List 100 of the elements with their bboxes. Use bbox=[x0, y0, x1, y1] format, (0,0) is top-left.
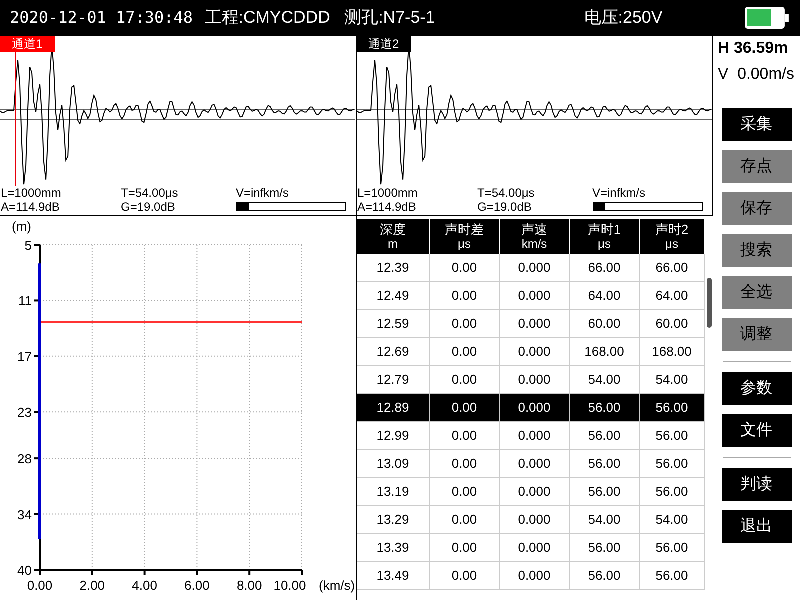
channel-tab[interactable]: 通道1 bbox=[0, 36, 55, 52]
speed-readout: V 0.00m/s bbox=[717, 65, 794, 85]
x-tick-label: 2.00 bbox=[80, 578, 106, 593]
x-tick-label: 8.00 bbox=[236, 578, 262, 593]
table-row[interactable]: 12.79 0.00 0.000 54.00 54.00 bbox=[357, 366, 705, 394]
menu-button[interactable]: 参数 bbox=[722, 372, 792, 405]
tick-mark bbox=[248, 570, 251, 575]
table-cell: 66.00 bbox=[570, 254, 640, 281]
amplitude-reading: A=114.9dB bbox=[1, 200, 61, 214]
menu-button[interactable]: 采集 bbox=[722, 108, 792, 141]
table-row[interactable]: 13.09 0.00 0.000 56.00 56.00 bbox=[357, 450, 705, 478]
table-cell: 12.59 bbox=[357, 310, 430, 337]
gain-reading: G=19.0dB bbox=[478, 200, 533, 214]
amplitude-reading: A=114.9dB bbox=[358, 200, 418, 214]
tick-mark bbox=[144, 570, 146, 575]
table-row[interactable]: 12.69 0.00 0.000 168.00 168.00 bbox=[357, 338, 705, 366]
tick-mark bbox=[301, 570, 303, 575]
table-cell: 0.000 bbox=[500, 422, 570, 449]
y-tick-label: 17 bbox=[18, 349, 32, 364]
column-unit: km/s bbox=[522, 236, 548, 252]
table-row[interactable]: 13.49 0.00 0.000 56.00 56.00 bbox=[357, 562, 705, 590]
table-cell: 0.00 bbox=[430, 422, 500, 449]
column-title: 深度 bbox=[380, 222, 406, 236]
table-cell: 56.00 bbox=[570, 478, 640, 505]
x-tick-label: 10.00 bbox=[274, 578, 306, 593]
table-cell: 12.79 bbox=[357, 366, 430, 393]
table-cell: 56.00 bbox=[570, 450, 640, 477]
table-cell: 0.000 bbox=[500, 450, 570, 477]
table-cell: 0.000 bbox=[500, 478, 570, 505]
table-cell: 12.89 bbox=[357, 394, 430, 421]
table-cell: 54.00 bbox=[570, 366, 640, 393]
column-unit: μs bbox=[598, 236, 611, 252]
velocity-reading: V=infkm/s bbox=[236, 186, 290, 200]
table-cell: 0.00 bbox=[430, 282, 500, 309]
tick-mark bbox=[34, 244, 40, 246]
time-reading: T=54.00μs bbox=[121, 186, 180, 200]
table-cell: 12.69 bbox=[357, 338, 430, 365]
table-cell: 0.00 bbox=[430, 394, 500, 421]
table-cell: 13.09 bbox=[357, 450, 430, 477]
table-cell: 0.00 bbox=[430, 534, 500, 561]
tick-mark bbox=[91, 570, 94, 575]
x-tick-label: 6.00 bbox=[184, 578, 210, 593]
table-cell: 0.00 bbox=[430, 478, 500, 505]
menu-button[interactable]: 退出 bbox=[722, 510, 792, 543]
depth-readout: H 36.59m bbox=[717, 39, 788, 59]
scrollbar-thumb[interactable] bbox=[706, 278, 712, 328]
table-row[interactable]: 12.89 0.00 0.000 56.00 56.00 bbox=[357, 394, 705, 422]
length-reading: L=1000mm bbox=[358, 186, 419, 200]
y-tick-label: 11 bbox=[18, 294, 32, 309]
column-title: 声速 bbox=[522, 222, 548, 236]
table-cell: 56.00 bbox=[570, 394, 640, 421]
tick-mark bbox=[34, 300, 40, 302]
table-cell: 0.00 bbox=[430, 450, 500, 477]
menu-button[interactable]: 文件 bbox=[722, 414, 792, 447]
column-title: 声时2 bbox=[655, 222, 689, 236]
table-row[interactable]: 12.59 0.00 0.000 60.00 60.00 bbox=[357, 310, 705, 338]
table-cell: 56.00 bbox=[570, 534, 640, 561]
column-title: 声时差 bbox=[445, 222, 484, 236]
tick-mark bbox=[34, 458, 40, 460]
table-cell: 0.000 bbox=[500, 366, 570, 393]
y-tick-label: 34 bbox=[18, 507, 32, 522]
table-cell: 60.00 bbox=[570, 310, 640, 337]
y-tick-label: 23 bbox=[18, 405, 32, 420]
table-cell: 0.000 bbox=[500, 338, 570, 365]
table-row[interactable]: 13.19 0.00 0.000 56.00 56.00 bbox=[357, 478, 705, 506]
table-cell: 0.000 bbox=[500, 282, 570, 309]
table-cell: 0.000 bbox=[500, 506, 570, 533]
gain-reading: G=19.0dB bbox=[121, 200, 176, 214]
table-cell: 13.39 bbox=[357, 534, 430, 561]
table-row[interactable]: 12.99 0.00 0.000 56.00 56.00 bbox=[357, 422, 705, 450]
menu-button[interactable]: 判读 bbox=[722, 468, 792, 501]
tick-mark bbox=[34, 513, 40, 516]
table-row[interactable]: 13.29 0.00 0.000 54.00 54.00 bbox=[357, 506, 705, 534]
table-cell: 0.000 bbox=[500, 562, 570, 589]
velocity-reading: V=infkm/s bbox=[592, 186, 647, 200]
column-unit: m bbox=[388, 236, 398, 252]
tick-mark bbox=[34, 411, 40, 414]
table-row[interactable]: 12.49 0.00 0.000 64.00 64.00 bbox=[357, 282, 705, 310]
voltage-reading: 电压:250V bbox=[584, 7, 664, 30]
table-cell: 0.00 bbox=[430, 366, 500, 393]
y-axis-unit: (m) bbox=[12, 219, 32, 234]
table-row[interactable]: 12.39 0.00 0.000 66.00 66.00 bbox=[357, 254, 705, 282]
table-cell: 0.000 bbox=[500, 310, 570, 337]
channel-tab[interactable]: 通道2 bbox=[356, 36, 412, 52]
time-reading: T=54.00μs bbox=[478, 186, 536, 200]
x-tick-label: 0.00 bbox=[27, 578, 53, 593]
length-reading: L=1000mm bbox=[1, 186, 62, 200]
column-unit: μs bbox=[458, 236, 471, 252]
table-cell: 56.00 bbox=[570, 422, 640, 449]
table-cell: 56.00 bbox=[570, 562, 640, 589]
y-tick-label: 5 bbox=[24, 238, 32, 253]
table-cell: 12.49 bbox=[357, 282, 430, 309]
column-title: 声时1 bbox=[588, 222, 622, 236]
table-cell: 0.00 bbox=[430, 506, 500, 533]
table-row[interactable]: 13.39 0.00 0.000 56.00 56.00 bbox=[357, 534, 705, 562]
y-tick-label: 40 bbox=[18, 563, 32, 578]
table-cell: 13.49 bbox=[357, 562, 430, 589]
table-cell: 54.00 bbox=[570, 506, 640, 533]
table-cell: 0.000 bbox=[500, 254, 570, 281]
project-name: 工程:CMYCDDD bbox=[204, 7, 332, 30]
